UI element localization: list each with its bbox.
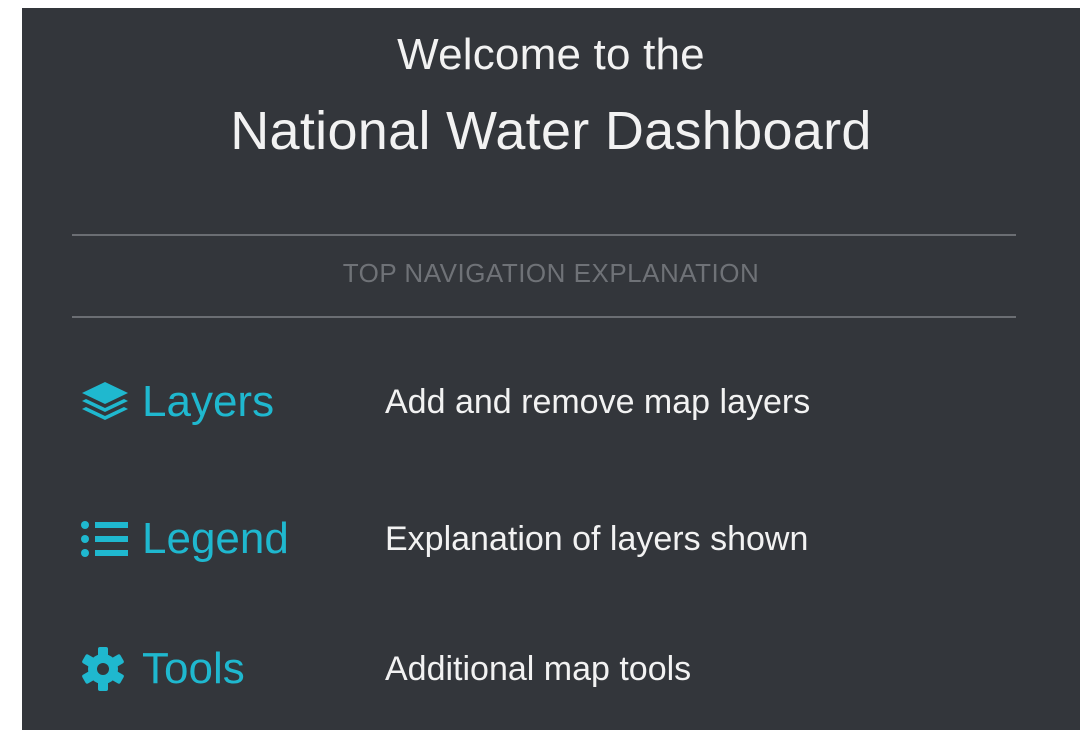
nav-key-tools: Tools	[80, 644, 385, 694]
nav-description-legend: Explanation of layers shown	[385, 519, 809, 558]
list-icon	[80, 515, 142, 563]
nav-label-legend: Legend	[142, 514, 289, 563]
nav-key-layers: Layers	[80, 377, 385, 427]
welcome-panel: Welcome to the National Water Dashboard …	[22, 8, 1080, 730]
nav-row-legend: Legend Explanation of layers shown	[80, 509, 1020, 569]
welcome-heading-title: National Water Dashboard	[230, 101, 872, 161]
section-divider-bottom	[72, 316, 1016, 318]
nav-row-tools: Tools Additional map tools	[80, 639, 1020, 699]
section-divider-top	[72, 234, 1016, 236]
nav-description-tools: Additional map tools	[385, 649, 692, 688]
nav-description-layers: Add and remove map layers	[385, 382, 811, 421]
nav-row-layers: Layers Add and remove map layers	[80, 372, 1020, 432]
layers-icon	[80, 378, 142, 426]
nav-label-tools: Tools	[142, 644, 245, 693]
nav-label-layers: Layers	[142, 377, 275, 426]
welcome-heading-line1: Welcome to the	[397, 30, 705, 79]
nav-key-legend: Legend	[80, 514, 385, 564]
gear-icon	[80, 645, 142, 693]
section-header: TOP NAVIGATION EXPLANATION	[342, 258, 760, 288]
